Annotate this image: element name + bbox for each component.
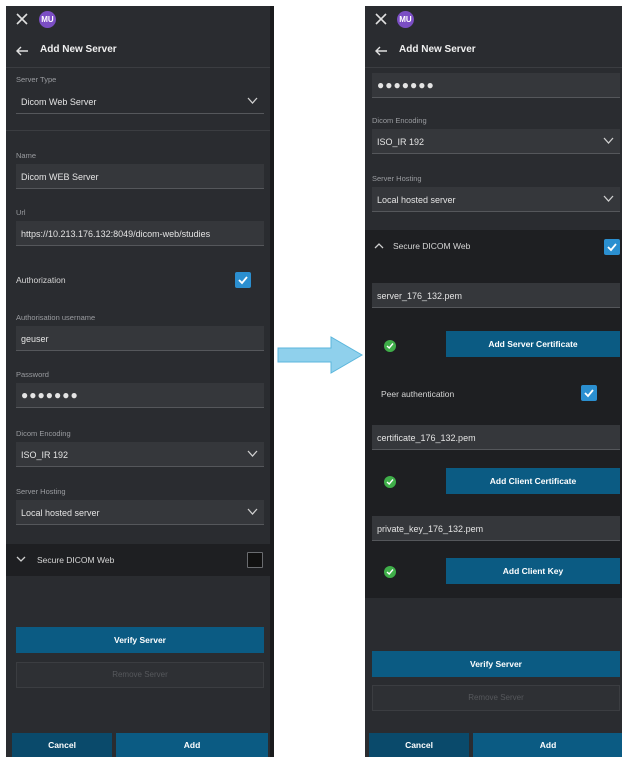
client-key-file-field[interactable]: private_key_176_132.pem <box>372 516 620 541</box>
name-label: Name <box>16 151 37 160</box>
right-arrow-icon <box>277 336 363 374</box>
title-bar: Add New Server <box>365 34 622 68</box>
cancel-button[interactable]: Cancel <box>369 733 469 757</box>
verify-server-button[interactable]: Verify Server <box>16 627 264 653</box>
secure-dicom-web-section[interactable]: Secure DICOM Web <box>6 544 274 576</box>
peer-auth-label: Peer authentication <box>381 389 455 399</box>
secure-dicom-web-label: Secure DICOM Web <box>393 241 471 251</box>
server-cert-file-field[interactable]: server_176_132.pem <box>372 283 620 308</box>
encoding-label: Dicom Encoding <box>372 116 427 125</box>
remove-server-button[interactable]: Remove Server <box>372 685 620 711</box>
chevron-down-icon <box>247 508 258 515</box>
avatar[interactable]: MU <box>39 11 56 28</box>
close-icon[interactable] <box>14 11 30 27</box>
chevron-down-icon <box>247 450 258 457</box>
authorization-label: Authorization <box>16 275 66 285</box>
verify-server-button[interactable]: Verify Server <box>372 651 620 677</box>
password-field[interactable]: ●●●●●●● <box>16 383 264 408</box>
auth-username-field[interactable]: geuser <box>16 326 264 351</box>
top-bar: MU <box>6 6 274 34</box>
add-client-key-button[interactable]: Add Client Key <box>446 558 620 584</box>
add-server-certificate-button[interactable]: Add Server Certificate <box>446 331 620 357</box>
right-panel: MU Add New Server ●●●●●●● Dicom Encoding… <box>365 6 622 757</box>
chevron-down-icon <box>16 556 26 562</box>
add-button[interactable]: Add <box>473 733 622 757</box>
add-client-certificate-button[interactable]: Add Client Certificate <box>446 468 620 494</box>
name-value: Dicom WEB Server <box>21 172 99 182</box>
url-label: Url <box>16 208 26 217</box>
success-check-icon <box>384 566 396 578</box>
password-label: Password <box>16 370 49 379</box>
auth-username-label: Authorisation username <box>16 313 96 322</box>
success-check-icon <box>384 476 396 488</box>
chevron-down-icon <box>247 97 258 104</box>
secure-dicom-web-checkbox[interactable] <box>604 239 620 255</box>
hosting-value: Local hosted server <box>21 508 100 518</box>
checkmark-icon <box>607 243 617 252</box>
title-bar: Add New Server <box>6 34 274 68</box>
add-button[interactable]: Add <box>116 733 268 757</box>
password-value: ●●●●●●● <box>21 388 79 402</box>
avatar[interactable]: MU <box>397 11 414 28</box>
secure-dicom-web-label: Secure DICOM Web <box>37 555 115 565</box>
hosting-select[interactable]: Local hosted server <box>372 187 620 212</box>
server-type-select[interactable]: Dicom Web Server <box>16 89 264 114</box>
hosting-value: Local hosted server <box>377 195 456 205</box>
page-title: Add New Server <box>399 44 476 55</box>
back-arrow-icon[interactable] <box>373 43 389 59</box>
client-cert-file-field[interactable]: certificate_176_132.pem <box>372 425 620 450</box>
secure-dicom-web-header[interactable]: Secure DICOM Web <box>365 230 622 262</box>
checkmark-icon <box>584 389 594 398</box>
password-field[interactable]: ●●●●●●● <box>372 73 620 98</box>
url-field[interactable]: https://10.213.176.132:8049/dicom-web/st… <box>16 221 264 246</box>
server-type-value: Dicom Web Server <box>21 97 97 107</box>
encoding-select[interactable]: ISO_IR 192 <box>16 442 264 467</box>
server-type-label: Server Type <box>16 75 57 84</box>
encoding-label: Dicom Encoding <box>16 429 71 438</box>
page-title: Add New Server <box>40 44 117 55</box>
remove-server-button[interactable]: Remove Server <box>16 662 264 688</box>
left-panel: MU Add New Server Server Type Dicom Web … <box>6 6 274 757</box>
name-field[interactable]: Dicom WEB Server <box>16 164 264 189</box>
encoding-value: ISO_IR 192 <box>21 450 69 460</box>
top-bar: MU <box>365 6 622 34</box>
password-value: ●●●●●●● <box>377 78 435 92</box>
divider <box>6 130 274 131</box>
panel-edge <box>270 6 274 757</box>
secure-dicom-web-panel: Secure DICOM Web server_176_132.pem Add … <box>365 230 622 598</box>
client-key-file-value: private_key_176_132.pem <box>377 524 484 534</box>
hosting-label: Server Hosting <box>16 487 66 496</box>
encoding-select[interactable]: ISO_IR 192 <box>372 129 620 154</box>
auth-username-value: geuser <box>21 334 49 344</box>
hosting-select[interactable]: Local hosted server <box>16 500 264 525</box>
url-value: https://10.213.176.132:8049/dicom-web/st… <box>21 229 211 239</box>
encoding-value: ISO_IR 192 <box>377 137 425 147</box>
authorization-checkbox[interactable] <box>235 272 251 288</box>
secure-dicom-web-checkbox[interactable] <box>247 552 263 568</box>
client-cert-file-value: certificate_176_132.pem <box>377 433 476 443</box>
chevron-down-icon <box>603 137 614 144</box>
hosting-label: Server Hosting <box>372 174 422 183</box>
success-check-icon <box>384 340 396 352</box>
chevron-up-icon <box>374 243 384 249</box>
peer-auth-checkbox[interactable] <box>581 385 597 401</box>
back-arrow-icon[interactable] <box>14 43 30 59</box>
close-icon[interactable] <box>373 11 389 27</box>
cancel-button[interactable]: Cancel <box>12 733 112 757</box>
server-cert-file-value: server_176_132.pem <box>377 291 463 301</box>
checkmark-icon <box>238 276 248 285</box>
chevron-down-icon <box>603 195 614 202</box>
